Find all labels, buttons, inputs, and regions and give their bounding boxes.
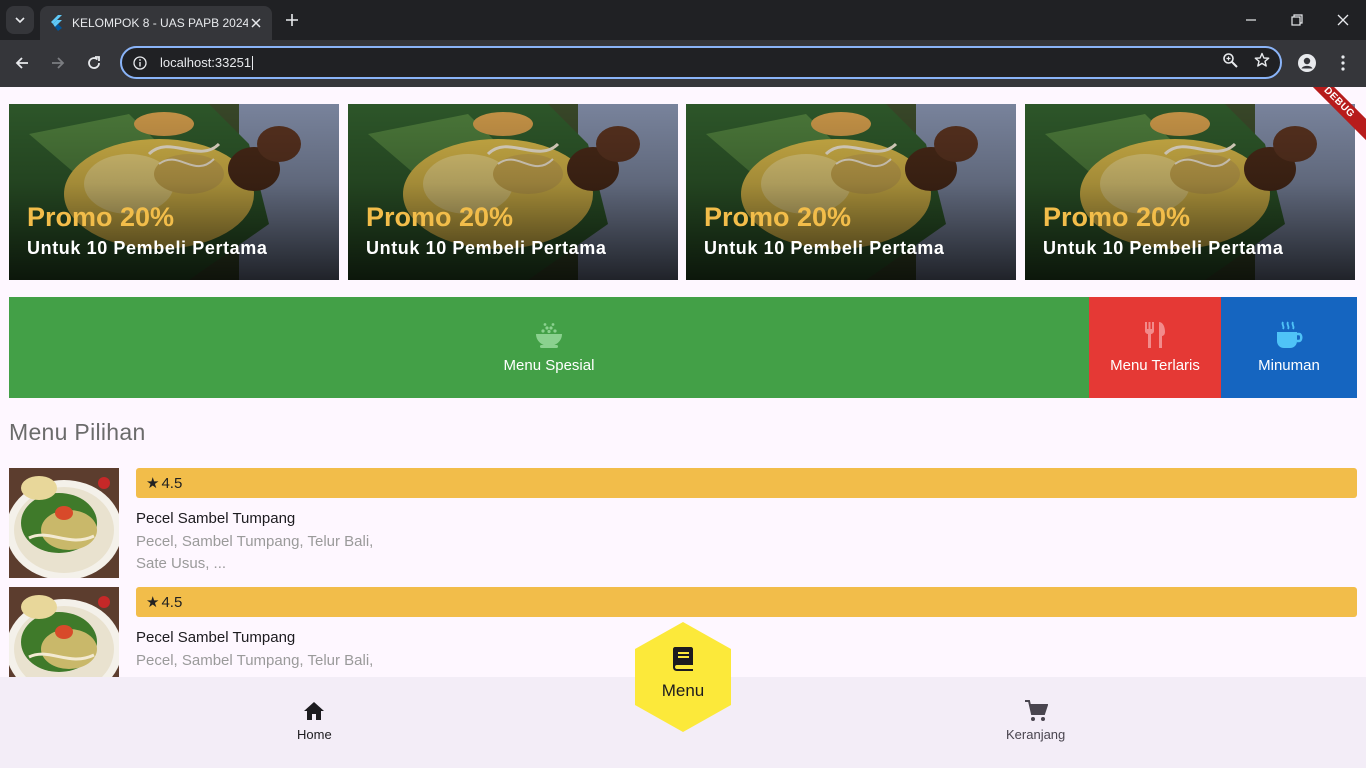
rating-value: 4.5: [161, 593, 183, 611]
nav-home-label: Home: [297, 727, 332, 742]
restaurant-icon: [1140, 321, 1170, 349]
fab-label: Menu: [661, 681, 705, 700]
menu-fab-button[interactable]: Menu: [635, 622, 731, 732]
minimize-icon[interactable]: [1228, 0, 1274, 40]
promo-card[interactable]: Promo 20% Untuk 10 Pembeli Pertama: [9, 104, 339, 280]
category-label: Minuman: [1258, 357, 1320, 374]
reload-icon[interactable]: [79, 48, 109, 78]
tab-strip: KELOMPOK 8 - UAS PAPB 2024: [0, 0, 1366, 40]
promo-subtitle: Untuk 10 Pembeli Pertama: [366, 238, 607, 258]
nav-cart-label: Keranjang: [1006, 727, 1066, 742]
rating-value: 4.5: [161, 474, 183, 492]
app-viewport: DEBUG Promo 20% Untuk 10 Pembeli Pertama: [0, 87, 1366, 768]
promo-title: Promo 20%: [1043, 202, 1191, 232]
book-icon: [671, 646, 695, 677]
flutter-favicon: [48, 15, 64, 31]
promo-subtitle: Untuk 10 Pembeli Pertama: [27, 238, 268, 258]
rice-bowl-icon: [534, 321, 564, 349]
promo-card[interactable]: Promo 20% Untuk 10 Pembeli Pertama: [1025, 104, 1355, 280]
category-menu-terlaris[interactable]: Menu Terlaris: [1089, 297, 1221, 398]
tab-search-icon[interactable]: [6, 6, 34, 34]
window-close-icon[interactable]: [1320, 0, 1366, 40]
category-menu-spesial[interactable]: Menu Spesial: [9, 297, 1089, 398]
dish-name: Pecel Sambel Tumpang: [136, 510, 296, 527]
promo-subtitle: Untuk 10 Pembeli Pertama: [1043, 238, 1284, 258]
nav-cart[interactable]: Keranjang: [1006, 699, 1065, 742]
restore-icon[interactable]: [1274, 0, 1320, 40]
category-minuman[interactable]: Minuman: [1221, 297, 1357, 398]
dish-image: [9, 468, 119, 578]
section-title: Menu Pilihan: [9, 419, 146, 445]
promo-subtitle: Untuk 10 Pembeli Pertama: [704, 238, 945, 258]
list-item[interactable]: ★ 4.5 Pecel Sambel Tumpang Pecel, Sambel…: [9, 468, 1357, 578]
nav-home[interactable]: Home: [297, 699, 332, 742]
category-row: Menu Spesial Menu Terlaris Minuman: [9, 297, 1357, 398]
info-icon[interactable]: [132, 55, 148, 71]
home-icon: [302, 699, 326, 723]
forward-icon[interactable]: [43, 48, 73, 78]
cart-icon: [1024, 699, 1048, 723]
rating-bar: ★ 4.5: [136, 468, 1357, 498]
rating-bar: ★ 4.5: [136, 587, 1357, 617]
close-icon[interactable]: [248, 15, 264, 31]
promo-carousel[interactable]: Promo 20% Untuk 10 Pembeli Pertama Promo…: [9, 104, 1366, 280]
dish-name: Pecel Sambel Tumpang: [136, 629, 296, 646]
promo-title: Promo 20%: [704, 202, 852, 232]
address-bar[interactable]: localhost:33251: [120, 46, 1282, 79]
promo-title: Promo 20%: [27, 202, 175, 232]
kebab-icon[interactable]: [1328, 48, 1358, 78]
zoom-icon[interactable]: [1222, 52, 1238, 73]
plus-icon[interactable]: [280, 8, 304, 32]
category-label: Menu Spesial: [503, 357, 595, 374]
tab-title: KELOMPOK 8 - UAS PAPB 2024: [72, 16, 248, 30]
star-icon[interactable]: [1254, 52, 1270, 73]
promo-card[interactable]: Promo 20% Untuk 10 Pembeli Pertama: [348, 104, 678, 280]
browser-tab[interactable]: KELOMPOK 8 - UAS PAPB 2024: [40, 6, 272, 40]
star-icon: ★: [146, 594, 160, 611]
dish-description: Pecel, Sambel Tumpang, Telur Bali, Sate …: [136, 533, 374, 572]
promo-card[interactable]: Promo 20% Untuk 10 Pembeli Pertama: [686, 104, 1016, 280]
coffee-icon: [1274, 321, 1304, 349]
promo-title: Promo 20%: [366, 202, 514, 232]
profile-icon[interactable]: [1292, 48, 1322, 78]
star-icon: ★: [146, 475, 160, 492]
url-text[interactable]: localhost:33251: [160, 55, 1222, 71]
category-label: Menu Terlaris: [1110, 357, 1200, 374]
back-icon[interactable]: [7, 48, 37, 78]
